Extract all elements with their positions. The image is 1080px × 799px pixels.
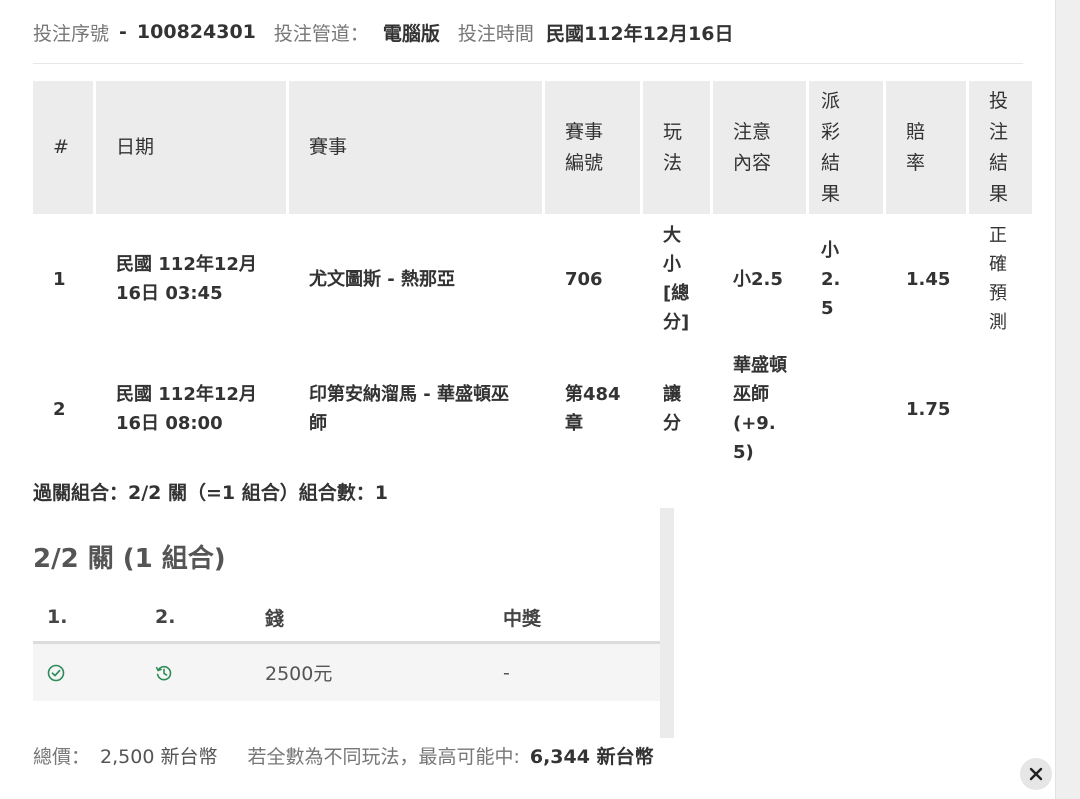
- total-value: 2,500 新台幣: [100, 745, 218, 768]
- clock-history-icon: [155, 664, 173, 682]
- max-win-label: 若全數為不同玩法，最高可能中:: [247, 745, 520, 768]
- max-win-value: 6,344 新台幣: [529, 745, 654, 768]
- row-play: 讓分: [663, 384, 681, 434]
- row-num: 2: [53, 398, 66, 420]
- combo-money-header: 錢: [265, 607, 285, 630]
- row-match: 尤文圖斯 - 熱那亞: [309, 268, 456, 290]
- combo-title: 2/2 關 (1 組合): [33, 544, 226, 574]
- bet-no-value: 100824301: [136, 21, 256, 43]
- header-divider: [33, 63, 1023, 64]
- combo-money: 2500元: [265, 663, 333, 685]
- channel-value: 電腦版: [382, 22, 440, 45]
- combo-header-row: 1. 2. 錢 中獎: [33, 593, 660, 644]
- table-row: 2 民國 112年12月16日 08:00 印第安納溜馬 - 華盛頓巫師 第48…: [33, 344, 1032, 474]
- bet-time-value: 民國112年12月16日: [545, 22, 734, 45]
- row-result: [809, 344, 883, 474]
- row-bet-result: 正確預測: [989, 225, 1007, 333]
- table-row: 1 民國 112年12月16日 03:45 尤文圖斯 - 熱那亞 706 大小[…: [33, 214, 1032, 344]
- col-match-no-header: 賽事編號: [565, 120, 604, 174]
- total-label: 總價：: [33, 745, 91, 768]
- bet-header: 投注序號 - 100824301 投注管道： 電腦版 投注時間 民國112年12…: [33, 18, 733, 46]
- row-selection: 華盛頓巫師(+9.5): [733, 355, 787, 463]
- row-bet-result: [969, 344, 1032, 474]
- row-odds: 1.75: [906, 398, 951, 420]
- close-icon: [1029, 767, 1043, 781]
- row-match-no: 第484章: [565, 384, 621, 434]
- col-selection-header: 注意內容: [733, 120, 772, 174]
- combo-prize-header: 中獎: [503, 607, 542, 630]
- col-num-header: #: [33, 81, 93, 214]
- combo-col-1-header: 1.: [47, 606, 68, 628]
- row-date: 民國 112年12月16日 08:00: [116, 384, 257, 434]
- table-header-row: # 日期 賽事 賽事編號 玩法 注意內容 派彩結果 賠率 投注結果: [33, 81, 1032, 214]
- page-scrollbar[interactable]: [1055, 0, 1080, 799]
- col-play-header: 玩法: [663, 120, 683, 174]
- bet-no-sep: -: [119, 21, 127, 43]
- row-odds: 1.45: [906, 268, 951, 290]
- parlay-summary: 過關組合：2/2 關（=1 組合）組合數：1: [33, 482, 388, 504]
- combo-scrollbar[interactable]: [660, 508, 674, 738]
- combo-section: 2/2 關 (1 組合) 1. 2. 錢 中獎 2500元 -: [33, 508, 674, 738]
- col-odds-header: 賠率: [906, 120, 926, 174]
- check-circle-icon: [47, 664, 65, 682]
- row-play: 大小[總分]: [663, 225, 690, 333]
- bet-time-label: 投注時間: [457, 22, 534, 45]
- row-result: 小 2.5: [821, 239, 841, 319]
- row-selection: 小2.5: [733, 268, 783, 290]
- col-result-header: 派彩結果: [821, 89, 841, 205]
- combo-table: 1. 2. 錢 中獎 2500元 -: [33, 593, 660, 701]
- row-num: 1: [53, 268, 66, 290]
- col-match-header: 賽事: [289, 81, 542, 214]
- row-match-no: 706: [565, 268, 603, 290]
- close-button[interactable]: [1020, 758, 1052, 790]
- col-date-header: 日期: [96, 81, 286, 214]
- combo-row: 2500元 -: [33, 644, 660, 701]
- total-line: 總價： 2,500 新台幣 若全數為不同玩法，最高可能中: 6,344 新台幣: [33, 741, 654, 769]
- bet-detail-panel: 投注序號 - 100824301 投注管道： 電腦版 投注時間 民國112年12…: [0, 0, 1055, 799]
- combo-prize: -: [503, 661, 510, 684]
- channel-label: 投注管道：: [273, 22, 369, 45]
- row-match: 印第安納溜馬 - 華盛頓巫師: [309, 384, 510, 434]
- bet-no-label: 投注序號: [33, 22, 110, 45]
- col-bet-result-header: 投注結果: [989, 89, 1009, 205]
- combo-col-2-header: 2.: [155, 606, 176, 628]
- row-date: 民國 112年12月16日 03:45: [116, 254, 257, 304]
- bets-table: # 日期 賽事 賽事編號 玩法 注意內容 派彩結果 賠率 投注結果 1 民國 1…: [30, 81, 1035, 474]
